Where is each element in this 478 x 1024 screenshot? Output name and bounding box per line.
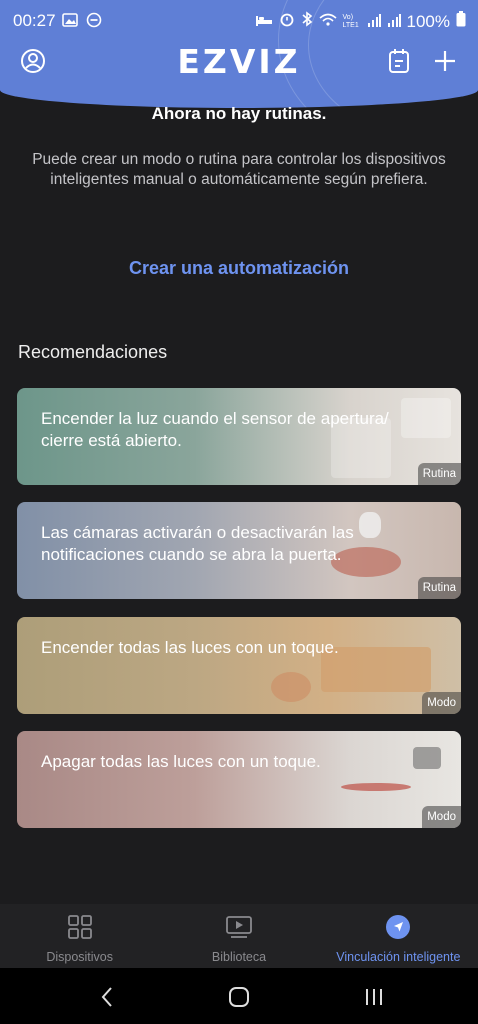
empty-state-title: Ahora no hay rutinas.: [151, 104, 327, 123]
tab-label: Dispositivos: [46, 950, 113, 964]
card-type-badge: Rutina: [417, 463, 461, 485]
battery-percent: 100%: [406, 11, 450, 31]
recent-apps-icon[interactable]: [359, 982, 389, 1012]
room-image-element: [413, 747, 441, 769]
room-image-element: [341, 783, 411, 791]
recommendation-card[interactable]: Las cámaras activarán o desactivarán las…: [17, 502, 461, 599]
back-icon[interactable]: [92, 982, 122, 1012]
navigation-arrow-icon: [385, 914, 411, 945]
battery-icon: [456, 11, 466, 32]
wifi-calling-icon: [318, 12, 337, 32]
room-image-element: [271, 672, 311, 702]
bed-icon: [255, 12, 273, 32]
tab-vinculacion-inteligente[interactable]: Vinculación inteligente: [319, 904, 478, 968]
gallery-icon: [62, 12, 78, 33]
calendar-log-icon[interactable]: [384, 46, 414, 76]
recommendations-title: Recomendaciones: [18, 342, 168, 362]
tab-biblioteca[interactable]: Biblioteca: [159, 904, 318, 968]
empty-state-description: Puede crear un modo o rutina para contro…: [32, 151, 446, 188]
grid-icon: [67, 914, 93, 945]
status-bar: 00:27 Vo) LTE1 100%: [0, 0, 478, 40]
card-text: Encender la luz cuando el sensor de aper…: [41, 409, 389, 450]
home-icon[interactable]: [224, 982, 254, 1012]
card-text: Apagar todas las luces con un toque.: [41, 752, 321, 771]
card-background: [17, 731, 461, 828]
bluetooth-icon: [301, 11, 313, 32]
card-text: Encender todas las luces con un toque.: [41, 638, 339, 657]
card-type-badge: Modo: [422, 692, 461, 714]
status-time: 00:27: [13, 11, 56, 30]
system-navigation-bar: [0, 968, 478, 1024]
signal-icon: [387, 12, 401, 32]
tab-dispositivos[interactable]: Dispositivos: [0, 904, 159, 968]
tab-label: Biblioteca: [211, 950, 267, 964]
room-image-element: [401, 398, 451, 438]
card-type-badge: Modo: [422, 806, 461, 828]
recommendation-card[interactable]: Encender la luz cuando el sensor de aper…: [17, 388, 461, 485]
do-not-disturb-icon: [86, 12, 102, 33]
create-automation-link[interactable]: Crear una automatización: [0, 258, 478, 279]
alarm-icon: [279, 11, 295, 32]
tab-label: Vinculación inteligente: [336, 950, 461, 964]
play-library-icon: [225, 914, 253, 945]
recommendation-card[interactable]: Apagar todas las luces con un toque. Mod…: [17, 731, 461, 828]
signal-icon: [367, 12, 381, 32]
add-icon[interactable]: [430, 46, 460, 76]
recommendation-card[interactable]: Encender todas las luces con un toque. M…: [17, 617, 461, 714]
card-text: Las cámaras activarán o desactivarán las…: [41, 523, 354, 564]
app-header: 00:27 Vo) LTE1 100% EZVIZ: [0, 0, 478, 108]
network-label: Vo) LTE1: [342, 13, 359, 29]
card-type-badge: Rutina: [417, 577, 461, 599]
bottom-tab-bar: Dispositivos Biblioteca Vinculación inte…: [0, 904, 478, 968]
